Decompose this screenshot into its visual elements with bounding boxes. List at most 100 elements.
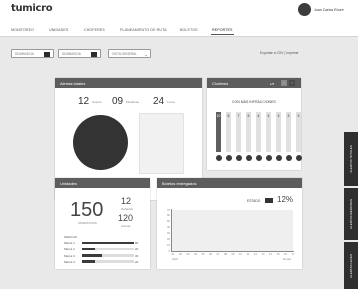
driver-avatar[interactable] (275, 155, 282, 161)
driver-bar[interactable] (216, 112, 221, 152)
date-to-field[interactable]: DD/MM/2016 (58, 49, 101, 58)
unidades-total-label: OPERATIVAS (78, 221, 97, 225)
brand-bar[interactable] (82, 254, 102, 257)
brand-label: Marca 4 (64, 259, 75, 264)
user-avatar[interactable] (298, 3, 311, 16)
export-print-links[interactable]: Exportar a CSV | Imprimir (260, 51, 299, 55)
kpi-graves-label: Graves (92, 100, 102, 104)
driver-avatar[interactable] (255, 155, 262, 161)
x-tick-label: 10 (239, 252, 242, 256)
date-from-value: DD/MM/2016 (15, 52, 34, 57)
side-tab-alertas-medianas[interactable]: ALERTAS MEDIANAS (344, 188, 358, 240)
date-to-value: DD/MM/2016 (62, 52, 81, 57)
tab-unidades[interactable]: UNIDADES (49, 28, 68, 32)
unidades-danadas-value: 12 (121, 196, 132, 206)
driver-bar[interactable] (236, 112, 241, 152)
unidades-activas-value: 120 (118, 213, 134, 223)
marcas-heading: MARCAS (64, 235, 77, 239)
side-tab-label: ALERTAS TOTALES (349, 145, 353, 173)
driver-bar-value: 7 (237, 114, 240, 118)
driver-bar[interactable] (276, 112, 281, 152)
driver-avatar[interactable] (245, 155, 252, 161)
side-tab-alertas-totales[interactable]: ALERTAS TOTALES (344, 132, 358, 186)
tab-planeamiento-de-ruta[interactable]: PLANEAMIENTO DE RUTA (120, 28, 167, 32)
next-page-button[interactable]: › (289, 80, 295, 86)
card-header: Unidades (55, 178, 150, 188)
x-tick-label: 15 (276, 252, 280, 256)
tab-choferes[interactable]: CHOFERES (84, 28, 105, 32)
driver-bar[interactable] (266, 112, 271, 152)
driver-bar-value: 5 (247, 114, 250, 118)
brand-value: 80 (135, 241, 139, 245)
driver-bar-value: 10 (216, 114, 221, 118)
choferes-pager: 1/5 (270, 81, 275, 86)
view-select[interactable]: VISTA GENERAL ⌄ (108, 49, 151, 58)
driver-avatar[interactable] (295, 155, 302, 161)
y-tick-label: 40 (167, 226, 170, 230)
tab-reportes[interactable]: REPORTES (212, 28, 233, 32)
side-tab-alertas-leves[interactable]: ALERTAS LEVES (344, 242, 358, 289)
brand-value: 20 (135, 259, 139, 264)
chevron-down-icon[interactable]: ▾ (342, 8, 344, 12)
y-tick-label: 10 (167, 243, 170, 247)
brand-bar[interactable] (82, 260, 95, 263)
driver-avatar[interactable] (225, 155, 232, 161)
driver-avatar[interactable] (265, 155, 272, 161)
x-start-label: Abril (172, 256, 179, 261)
driver-bar-value: 3 (287, 114, 290, 118)
boletos-chart-area[interactable] (172, 210, 293, 251)
app-logo[interactable]: tumicro (11, 3, 53, 14)
kpi-medianas-value: 09 (112, 96, 124, 107)
kpi-graves-value: 12 (78, 96, 90, 107)
user-name[interactable]: Juan Carlos Ríos (314, 8, 342, 12)
main-nav: MONITOREO UNIDADES CHOFERES PLANEAMIENTO… (0, 27, 358, 36)
view-select-value: VISTA GENERAL (112, 52, 137, 57)
x-tick-label: 14 (269, 252, 272, 256)
x-end-label: Horas (283, 256, 292, 261)
side-tab-label: ALERTAS MEDIANAS (349, 199, 353, 229)
driver-avatar[interactable] (285, 155, 292, 161)
kpi-medianas-label: Medianas (126, 100, 140, 104)
x-tick-label: 16 (284, 252, 287, 256)
card-title: Choferes (212, 81, 229, 86)
alerts-pie[interactable] (73, 115, 128, 170)
tab-monitoreo[interactable]: MONITOREO (11, 28, 34, 32)
brand-label: Marca 1 (64, 241, 75, 245)
x-tick-label: 11 (246, 252, 250, 256)
driver-bar[interactable] (296, 112, 301, 152)
x-axis (171, 251, 294, 252)
driver-bar-value: 3 (277, 114, 280, 118)
y-tick-label: 50 (167, 220, 170, 224)
x-tick-label: 13 (261, 252, 265, 256)
x-tick-label: 09 (231, 252, 235, 256)
driver-bar[interactable] (246, 112, 251, 152)
driver-bar[interactable] (256, 112, 261, 152)
driver-avatar[interactable] (215, 155, 222, 161)
choferes-subtitle: CON MÁS INFRACCIONES (232, 100, 276, 104)
brand-bar[interactable] (82, 247, 95, 251)
driver-avatar[interactable] (235, 155, 242, 161)
driver-bar-value: 3 (297, 114, 300, 118)
tab-boletos[interactable]: BOLETOS (180, 28, 198, 32)
x-tick-label: 05 (201, 252, 205, 256)
estado-percent: 12% (277, 195, 294, 204)
driver-bar[interactable] (226, 112, 231, 152)
x-tick-label: 07 (216, 252, 220, 256)
calendar-icon[interactable] (91, 52, 97, 57)
calendar-icon[interactable] (44, 52, 50, 57)
brand-value: 30 (135, 253, 139, 258)
date-from-field[interactable]: DD/MM/2016 (11, 49, 54, 58)
card-title: Alertas totales (60, 81, 86, 86)
header-divider (0, 36, 358, 37)
card-header: Boletos entregados (157, 178, 302, 188)
unidades-danadas-label: Dañadas (121, 207, 134, 211)
x-tick-label: 04 (194, 252, 197, 256)
estado-swatch (265, 198, 273, 203)
alerts-detail-panel (139, 113, 184, 174)
active-tab-indicator (211, 34, 234, 35)
prev-page-button[interactable]: ‹ (281, 80, 287, 86)
brand-bar[interactable] (82, 241, 134, 244)
driver-bar[interactable] (286, 112, 291, 152)
x-tick-label: 02 (179, 252, 182, 256)
estado-label: ESTADO (247, 199, 261, 203)
